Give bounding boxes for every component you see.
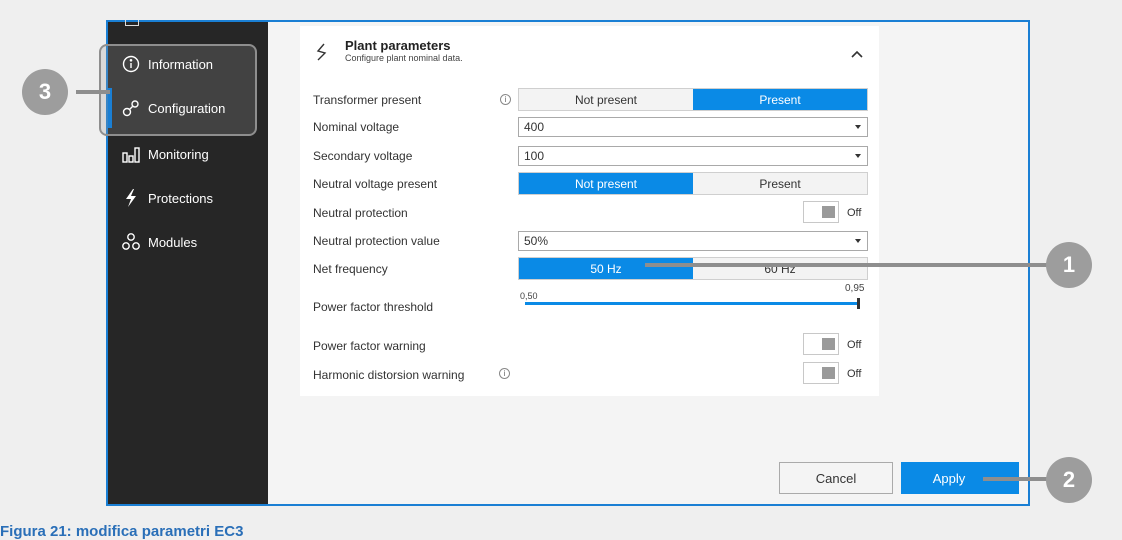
callout-2: 2 [1046, 457, 1092, 503]
callout-3: 3 [22, 69, 68, 115]
sidebar-item-protections[interactable]: Protections [108, 178, 268, 218]
plant-parameters-icon [314, 42, 330, 67]
neutral-protection-value: 50% [524, 234, 549, 248]
harmonic-warning-toggle[interactable] [803, 362, 839, 384]
neutral-protection-toggle[interactable] [803, 201, 839, 223]
caret-down-icon [855, 125, 861, 129]
sidebar-item-monitoring[interactable]: Monitoring [108, 134, 268, 174]
sidebar-item-label: Protections [148, 190, 214, 206]
modules-icon [120, 231, 142, 253]
neutral-protection-state: Off [847, 207, 862, 219]
transformer-option-present[interactable]: Present [693, 89, 867, 110]
neutral-voltage-segmented: Not present Present [518, 172, 868, 195]
neutral-voltage-option-present[interactable]: Present [693, 173, 867, 194]
nominal-voltage-label: Nominal voltage [313, 120, 400, 134]
sidebar-item-label: Modules [148, 234, 198, 250]
panel-title: Plant parameters [345, 38, 451, 53]
toggle-knob [822, 206, 835, 218]
lightning-icon [120, 187, 142, 209]
sidebar-item-information[interactable]: Information [108, 44, 268, 84]
nominal-voltage-select[interactable]: 400 [518, 117, 868, 137]
neutral-protection-value-select[interactable]: 50% [518, 231, 868, 251]
toggle-knob [822, 367, 835, 379]
neutral-voltage-option-not-present[interactable]: Not present [519, 173, 693, 194]
power-factor-slider-track[interactable] [525, 302, 859, 305]
power-factor-slider-fill [525, 302, 859, 305]
neutral-voltage-label: Neutral voltage present [313, 177, 438, 191]
transformer-info-icon[interactable]: i [500, 94, 511, 105]
info-icon [120, 53, 142, 75]
net-frequency-segmented: 50 Hz 60 Hz [518, 257, 868, 280]
nominal-voltage-value: 400 [524, 120, 545, 134]
transformer-label: Transformer present [313, 93, 422, 107]
callout-2-line [983, 477, 1049, 481]
net-frequency-option-50[interactable]: 50 Hz [519, 258, 693, 279]
net-frequency-label: Net frequency [313, 262, 388, 276]
power-factor-warning-toggle[interactable] [803, 333, 839, 355]
net-frequency-option-60[interactable]: 60 Hz [693, 258, 867, 279]
secondary-voltage-select[interactable]: 100 [518, 146, 868, 166]
harmonic-warning-label: Harmonic distorsion warning [313, 368, 465, 382]
panel-subtitle: Configure plant nominal data. [345, 53, 463, 63]
slider-min-label: 0,50 [520, 291, 538, 301]
neutral-protection-label: Neutral protection [313, 206, 408, 220]
caret-down-icon [855, 154, 861, 158]
secondary-voltage-value: 100 [524, 149, 545, 163]
bars-icon [120, 143, 142, 165]
power-factor-warning-label: Power factor warning [313, 339, 426, 353]
caret-down-icon [855, 239, 861, 243]
sidebar-top-icon[interactable] [125, 20, 139, 26]
slider-max-label: 0,95 [845, 283, 865, 294]
gears-icon [120, 97, 142, 119]
callout-3-line [76, 90, 110, 94]
sidebar-item-configuration[interactable]: Configuration [108, 88, 268, 128]
neutral-protection-value-label: Neutral protection value [313, 234, 440, 248]
power-factor-slider-handle[interactable] [857, 298, 860, 309]
sidebar-item-label: Configuration [148, 100, 226, 116]
sidebar-item-label: Monitoring [148, 146, 209, 162]
collapse-chevron-icon[interactable] [851, 45, 863, 63]
secondary-voltage-label: Secondary voltage [313, 149, 413, 163]
apply-label: Apply [932, 470, 966, 486]
callout-1: 1 [1046, 242, 1092, 288]
harmonic-warning-state: Off [847, 368, 862, 380]
transformer-option-not-present[interactable]: Not present [519, 89, 693, 110]
transformer-segmented: Not present Present [518, 88, 868, 111]
figure-caption: Figura 21: modifica parametri EC3 [0, 523, 244, 540]
callout-1-line [645, 263, 1050, 267]
power-factor-threshold-label: Power factor threshold [313, 300, 434, 314]
harmonic-info-icon[interactable]: i [499, 368, 510, 379]
sidebar-item-modules[interactable]: Modules [108, 222, 268, 262]
power-factor-warning-state: Off [847, 339, 862, 351]
sidebar-item-label: Information [148, 56, 214, 72]
cancel-button[interactable]: Cancel [779, 462, 893, 494]
toggle-knob [822, 338, 835, 350]
